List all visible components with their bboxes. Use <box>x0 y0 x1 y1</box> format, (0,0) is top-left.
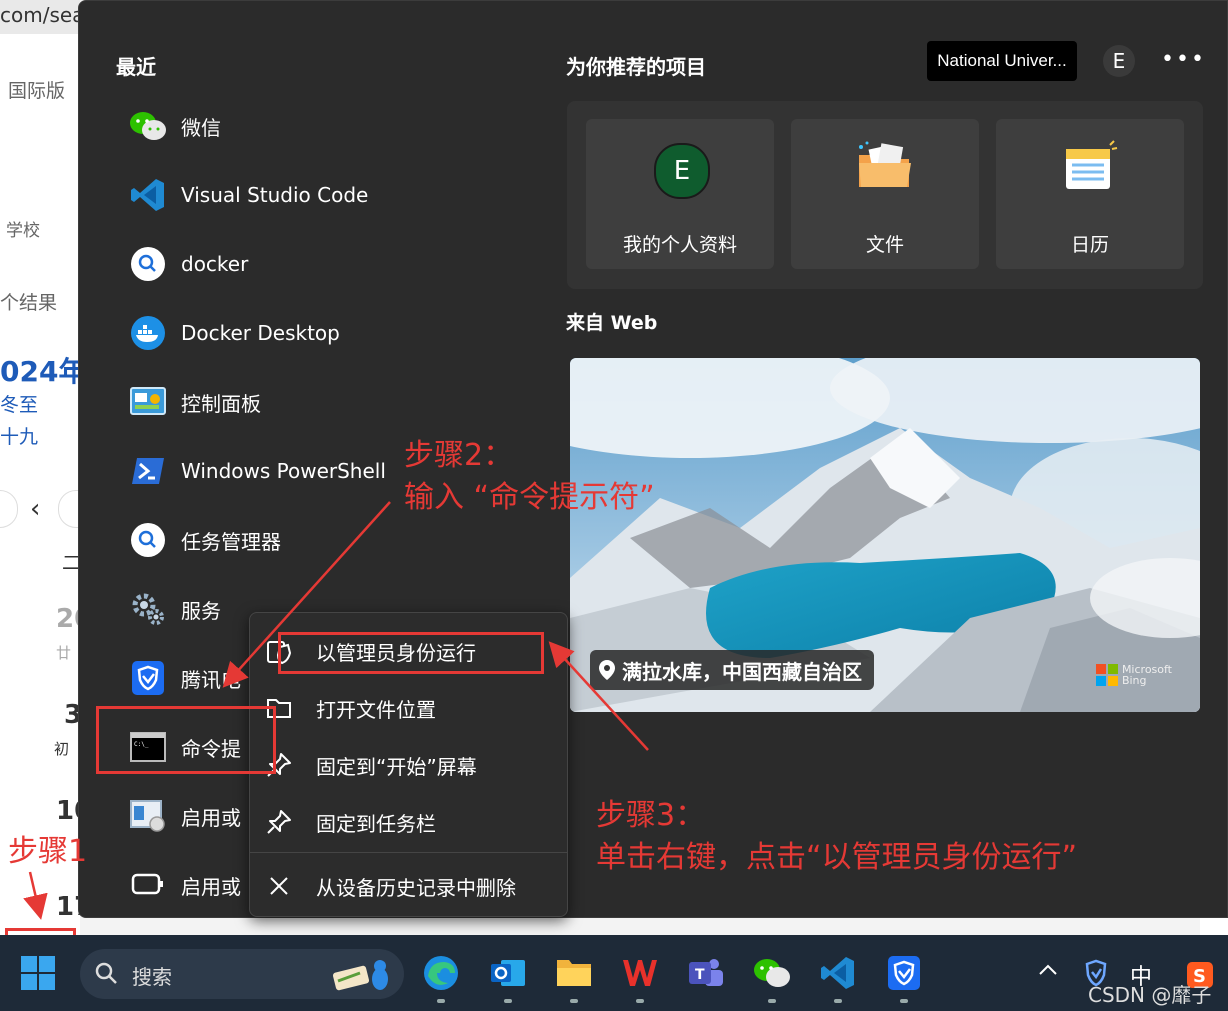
running-indicator <box>636 999 644 1003</box>
outlook-icon[interactable] <box>488 953 528 1003</box>
windows-start-icon[interactable] <box>18 953 58 993</box>
arrow-step3 <box>548 641 649 751</box>
wechat-taskbar-icon[interactable] <box>752 953 792 1003</box>
annotation-step3-text: 单击右键，点击“以管理员身份运行” <box>596 840 1078 875</box>
running-indicator <box>834 999 842 1003</box>
running-indicator <box>768 999 776 1003</box>
edge-icon[interactable] <box>421 953 461 1003</box>
running-indicator <box>504 999 512 1003</box>
arrow-step1 <box>23 871 48 920</box>
annotation-step3-title: 步骤3： <box>596 798 706 833</box>
chevron-up-icon[interactable] <box>1038 961 1058 980</box>
annotation-step1: 步骤1 <box>8 834 88 869</box>
annotation-step2-title: 步骤2： <box>404 438 514 473</box>
wps-icon[interactable] <box>620 953 660 1003</box>
search-highlight-icon <box>330 955 394 997</box>
running-indicator <box>900 999 908 1003</box>
arrow-step2 <box>222 501 391 688</box>
file-explorer-icon[interactable] <box>554 953 594 1003</box>
taskbar-search-box[interactable]: 搜索 <box>80 949 404 999</box>
search-placeholder: 搜索 <box>132 965 172 989</box>
tencent-taskbar-icon[interactable] <box>884 953 924 1003</box>
annotation-step2-text: 输入 “命令提示符” <box>404 480 655 515</box>
running-indicator <box>570 999 578 1003</box>
vscode-taskbar-icon[interactable] <box>818 953 858 1003</box>
csdn-watermark: CSDN @靡子 <box>1088 983 1212 1007</box>
teams-icon[interactable]: T <box>686 953 726 993</box>
search-icon <box>94 961 118 989</box>
running-indicator <box>437 999 445 1003</box>
svg-text:T: T <box>695 967 705 983</box>
taskbar: 搜索 T 中 S CSDN @靡子 <box>0 935 1228 1011</box>
